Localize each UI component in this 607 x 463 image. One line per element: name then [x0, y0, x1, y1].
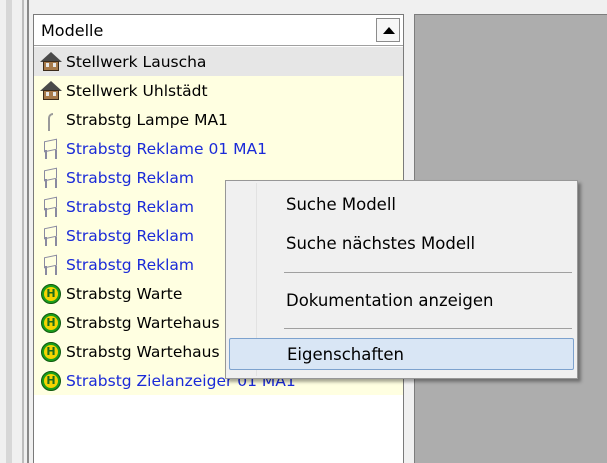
- context-menu: Suche Modell Suche nächstes Modell Dokum…: [225, 180, 578, 379]
- list-item-label: Strabstg Reklam: [66, 226, 195, 245]
- house-icon: [40, 80, 62, 102]
- models-list-title: Modelle: [41, 21, 104, 40]
- list-item[interactable]: Strabstg Reklame 01 MA1: [34, 134, 403, 163]
- list-item-label: Stellwerk Lauscha: [66, 52, 207, 71]
- billboard-icon: [40, 138, 62, 160]
- frame-bar: [22, 0, 24, 463]
- menu-separator: [284, 272, 572, 273]
- menu-separator: [284, 328, 572, 329]
- frame-bar: [6, 0, 12, 463]
- billboard-icon: [40, 254, 62, 276]
- lamp-icon: [40, 109, 62, 131]
- list-item-label: Strabstg Lampe MA1: [66, 110, 228, 129]
- menu-item-label: Suche Modell: [286, 195, 396, 214]
- window-frame-edge: [0, 0, 31, 463]
- list-item-label: Strabstg Warte: [66, 284, 183, 303]
- list-item-label: Strabstg Reklam: [66, 197, 195, 216]
- bus-stop-icon: H: [40, 341, 62, 363]
- models-list-header: Modelle: [34, 15, 403, 46]
- menu-item-label: Eigenschaften: [287, 345, 404, 364]
- list-item[interactable]: Strabstg Lampe MA1: [34, 105, 403, 134]
- list-item[interactable]: Stellwerk Uhlstädt: [34, 76, 403, 105]
- billboard-icon: [40, 196, 62, 218]
- house-icon: [40, 51, 62, 73]
- list-item-label: Strabstg Reklam: [66, 168, 195, 187]
- list-item[interactable]: Stellwerk Lauscha: [34, 47, 403, 76]
- list-item-label: Strabstg Reklam: [66, 255, 195, 274]
- menu-item-dokumentation-anzeigen[interactable]: Dokumentation anzeigen: [229, 285, 574, 317]
- application-window: Modelle Stellwerk Lauscha Stellwerk Uhls…: [0, 0, 607, 463]
- menu-item-suche-naechstes-modell[interactable]: Suche nächstes Modell: [229, 228, 574, 260]
- collapse-up-button[interactable]: [376, 18, 400, 42]
- billboard-icon: [40, 225, 62, 247]
- bus-stop-icon: H: [40, 283, 62, 305]
- list-item-label: Strabstg Reklame 01 MA1: [66, 139, 267, 158]
- bus-stop-icon: H: [40, 312, 62, 334]
- menu-item-label: Dokumentation anzeigen: [286, 291, 494, 310]
- menu-item-suche-modell[interactable]: Suche Modell: [229, 189, 574, 221]
- menu-item-eigenschaften[interactable]: Eigenschaften: [229, 338, 574, 370]
- billboard-icon: [40, 167, 62, 189]
- frame-bar: [27, 0, 29, 463]
- menu-item-label: Suche nächstes Modell: [286, 234, 476, 253]
- list-item-label: Stellwerk Uhlstädt: [66, 81, 208, 100]
- bus-stop-icon: H: [40, 370, 62, 392]
